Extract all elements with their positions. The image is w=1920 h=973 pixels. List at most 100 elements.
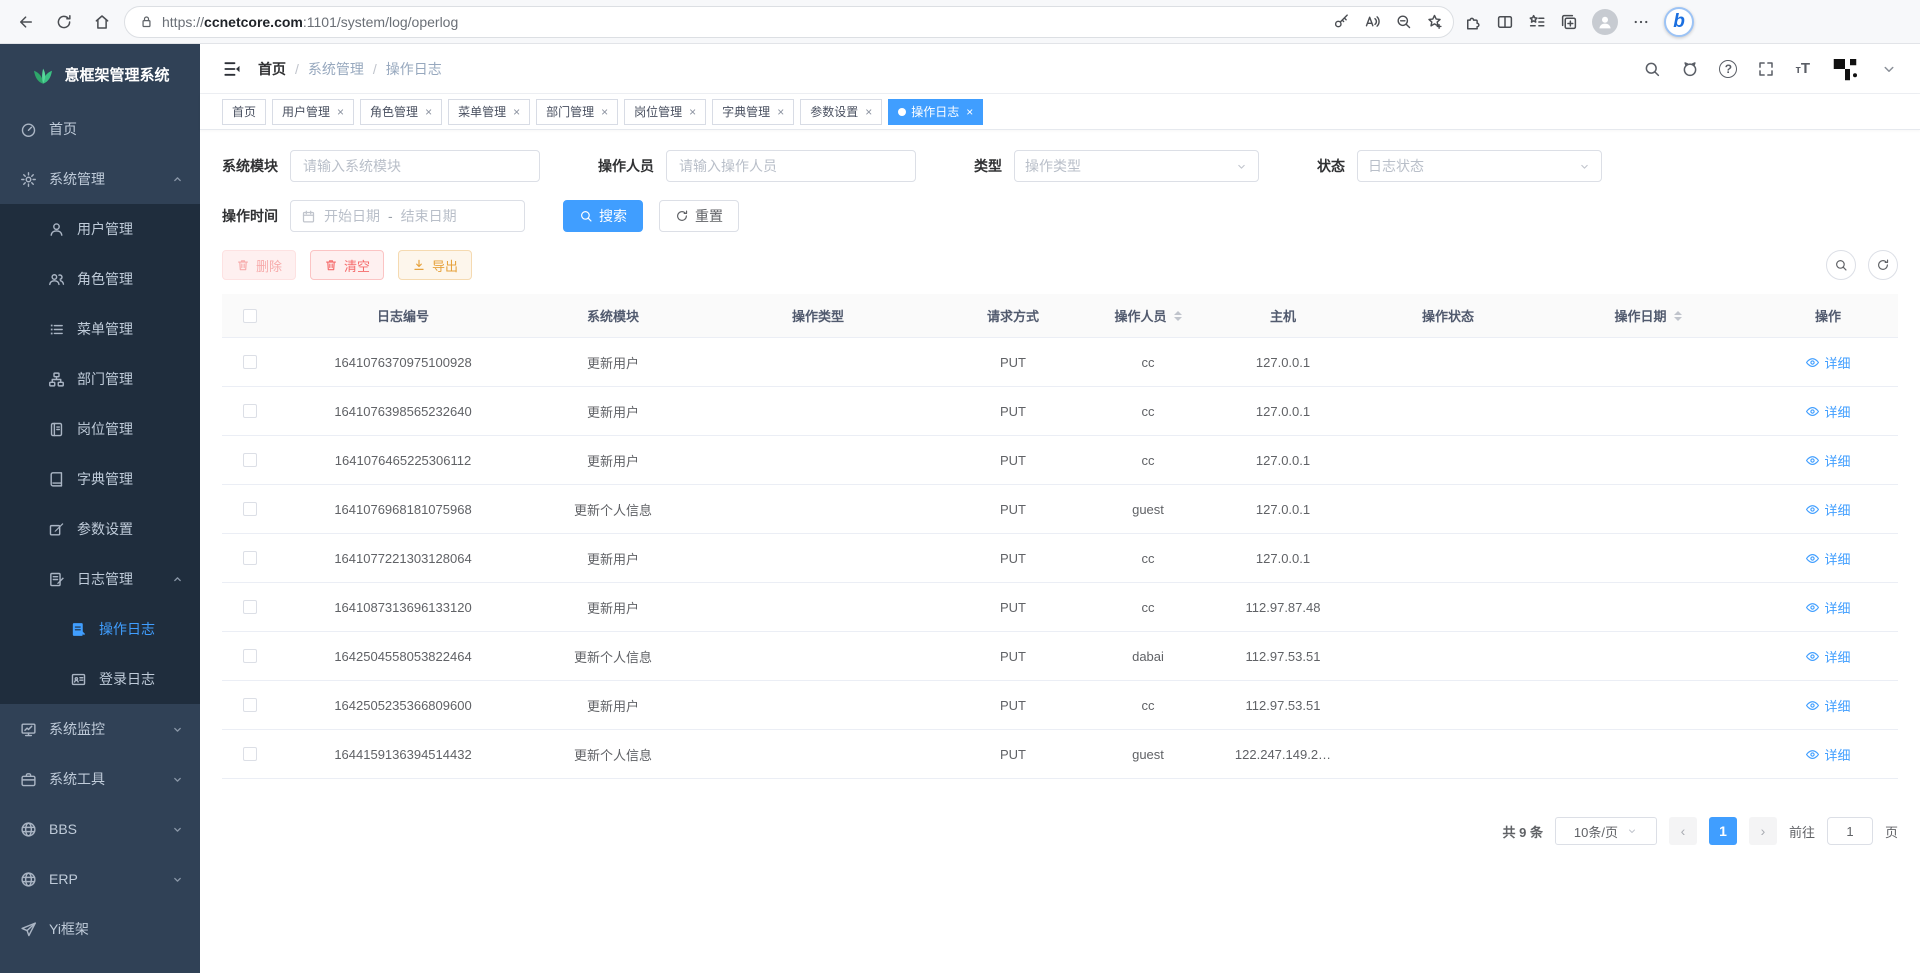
detail-link[interactable]: 详细 xyxy=(1805,598,1850,617)
clear-button[interactable]: 清空 xyxy=(310,250,384,280)
breadcrumb-home[interactable]: 首页 xyxy=(258,59,286,79)
app-logo[interactable]: 意框架管理系统 xyxy=(0,44,200,104)
date-range-picker[interactable]: 开始日期 - 结束日期 xyxy=(290,200,525,232)
breadcrumb-system[interactable]: 系统管理 xyxy=(308,59,364,79)
sidebar-item-home[interactable]: 首页 xyxy=(0,104,200,154)
browser-profile-avatar[interactable] xyxy=(1592,9,1618,35)
tab-close-icon[interactable]: × xyxy=(337,105,344,119)
github-icon[interactable] xyxy=(1681,60,1699,78)
type-select[interactable]: 操作类型 xyxy=(1014,150,1259,182)
sidebar-item-yi[interactable]: Yi框架 xyxy=(0,904,200,954)
fullscreen-icon[interactable] xyxy=(1757,60,1775,78)
detail-link[interactable]: 详细 xyxy=(1805,402,1850,421)
cell-log_id: 1641076370975100928 xyxy=(278,355,528,370)
collections-icon[interactable] xyxy=(1560,13,1578,31)
detail-link[interactable]: 详细 xyxy=(1805,500,1850,519)
sidebar-item-loginlog[interactable]: 登录日志 xyxy=(0,654,200,704)
row-checkbox[interactable] xyxy=(243,551,257,565)
password-key-icon[interactable] xyxy=(1333,13,1350,30)
detail-link[interactable]: 详细 xyxy=(1805,549,1850,568)
row-checkbox[interactable] xyxy=(243,453,257,467)
tab-close-icon[interactable]: × xyxy=(865,105,872,119)
sidebar-item-menus[interactable]: 菜单管理 xyxy=(0,304,200,354)
tab-close-icon[interactable]: × xyxy=(425,105,432,119)
sidebar-item-operlog[interactable]: 操作日志 xyxy=(0,604,200,654)
tab-close-icon[interactable]: × xyxy=(513,105,520,119)
browser-menu-icon[interactable] xyxy=(1632,13,1650,31)
extensions-icon[interactable] xyxy=(1464,13,1482,31)
detail-link[interactable]: 详细 xyxy=(1805,353,1850,372)
tag-tab-0[interactable]: 首页 xyxy=(222,99,266,125)
tab-close-icon[interactable]: × xyxy=(966,105,973,119)
tag-tab-6[interactable]: 字典管理 × xyxy=(712,99,794,125)
sidebar-item-params[interactable]: 参数设置 xyxy=(0,504,200,554)
search-button[interactable]: 搜索 xyxy=(563,200,643,232)
tag-tab-3[interactable]: 菜单管理 × xyxy=(448,99,530,125)
row-checkbox[interactable] xyxy=(243,404,257,418)
sidebar-item-system[interactable]: 系统管理 xyxy=(0,154,200,204)
operator-input[interactable] xyxy=(666,150,916,182)
col-header-method: 请求方式 xyxy=(938,306,1088,325)
row-checkbox[interactable] xyxy=(243,747,257,761)
read-aloud-icon[interactable] xyxy=(1364,13,1381,30)
module-input[interactable] xyxy=(290,150,540,182)
tag-tab-8[interactable]: 操作日志 × xyxy=(888,99,983,125)
tag-tab-4[interactable]: 部门管理 × xyxy=(536,99,618,125)
browser-home-button[interactable] xyxy=(86,6,118,38)
sidebar-item-bbs[interactable]: BBS xyxy=(0,804,200,854)
row-checkbox[interactable] xyxy=(243,355,257,369)
row-checkbox[interactable] xyxy=(243,502,257,516)
tag-tab-5[interactable]: 岗位管理 × xyxy=(624,99,706,125)
tab-close-icon[interactable]: × xyxy=(777,105,784,119)
user-avatar-logo[interactable] xyxy=(1830,54,1860,84)
status-select[interactable]: 日志状态 xyxy=(1357,150,1602,182)
row-checkbox[interactable] xyxy=(243,698,257,712)
sidebar-item-logs[interactable]: 日志管理 xyxy=(0,554,200,604)
row-checkbox[interactable] xyxy=(243,649,257,663)
detail-link[interactable]: 详细 xyxy=(1805,451,1850,470)
sidebar-item-posts[interactable]: 岗位管理 xyxy=(0,404,200,454)
sidebar-collapse-icon[interactable] xyxy=(222,59,242,79)
sidebar-item-depts[interactable]: 部门管理 xyxy=(0,354,200,404)
zoom-out-icon[interactable] xyxy=(1395,13,1412,30)
help-icon[interactable]: ? xyxy=(1719,60,1737,78)
sort-carets-icon[interactable] xyxy=(1174,311,1182,321)
header-search-icon[interactable] xyxy=(1643,60,1661,78)
detail-link[interactable]: 详细 xyxy=(1805,647,1850,666)
tag-tab-1[interactable]: 用户管理 × xyxy=(272,99,354,125)
browser-refresh-button[interactable] xyxy=(48,6,80,38)
bing-chat-icon[interactable]: b xyxy=(1664,7,1694,37)
add-favorite-icon[interactable] xyxy=(1426,13,1443,30)
delete-button[interactable]: 删除 xyxy=(222,250,296,280)
next-page-button[interactable]: › xyxy=(1749,817,1777,845)
sort-carets-icon[interactable] xyxy=(1674,311,1682,321)
row-checkbox[interactable] xyxy=(243,600,257,614)
sidebar-item-monitor[interactable]: 系统监控 xyxy=(0,704,200,754)
address-bar[interactable]: https://ccnetcore.com:1101/system/log/op… xyxy=(124,6,1454,38)
page-number-1[interactable]: 1 xyxy=(1709,817,1737,845)
split-screen-icon[interactable] xyxy=(1496,13,1514,31)
reset-button[interactable]: 重置 xyxy=(659,200,739,232)
prev-page-button[interactable]: ‹ xyxy=(1669,817,1697,845)
favorites-bar-icon[interactable] xyxy=(1528,13,1546,31)
tag-tab-7[interactable]: 参数设置 × xyxy=(800,99,882,125)
page-size-select[interactable]: 10条/页 xyxy=(1555,817,1657,845)
font-size-icon[interactable]: тT xyxy=(1795,60,1810,77)
goto-page-input[interactable] xyxy=(1827,817,1873,845)
tag-tab-2[interactable]: 角色管理 × xyxy=(360,99,442,125)
sidebar-item-users[interactable]: 用户管理 xyxy=(0,204,200,254)
sidebar-item-tools[interactable]: 系统工具 xyxy=(0,754,200,804)
tab-close-icon[interactable]: × xyxy=(601,105,608,119)
tab-close-icon[interactable]: × xyxy=(689,105,696,119)
detail-link[interactable]: 详细 xyxy=(1805,745,1850,764)
select-all-checkbox[interactable] xyxy=(243,309,257,323)
detail-link[interactable]: 详细 xyxy=(1805,696,1850,715)
sidebar-item-dicts[interactable]: 字典管理 xyxy=(0,454,200,504)
sidebar-item-roles[interactable]: 角色管理 xyxy=(0,254,200,304)
browser-back-button[interactable] xyxy=(10,6,42,38)
sidebar-item-erp[interactable]: ERP xyxy=(0,854,200,904)
export-button[interactable]: 导出 xyxy=(398,250,472,280)
toggle-search-button[interactable] xyxy=(1826,250,1856,280)
refresh-table-button[interactable] xyxy=(1868,250,1898,280)
avatar-caret-icon[interactable] xyxy=(1880,60,1898,78)
